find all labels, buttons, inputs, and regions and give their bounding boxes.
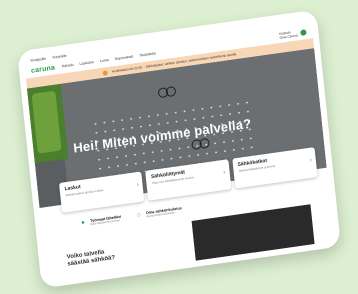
article-title[interactable]: Voiko talvella säästää sähköä?	[67, 246, 128, 268]
nav-item-billing[interactable]: Laskutus	[79, 60, 94, 66]
nav-item-service[interactable]: Palvelu	[62, 63, 74, 69]
user-icon	[300, 29, 307, 36]
link-consumption[interactable]: ⌂ Oma sähkönkulutus Seuraa omaa kulutust…	[137, 206, 183, 224]
topbar-link-business[interactable]: Yrityksille	[52, 53, 67, 59]
location-pin-icon: ●	[80, 219, 86, 227]
website-screen: Yksityisille Yrityksille caruna Palvelu …	[23, 16, 335, 282]
user-login[interactable]: Kirjaudu Oma Caruna	[279, 28, 307, 40]
chevron-right-icon: ›	[136, 181, 140, 189]
nav-item-contracts[interactable]: Sopimukset	[114, 54, 133, 61]
home-icon: ⌂	[136, 211, 142, 219]
chevron-right-icon: ›	[309, 157, 313, 164]
nav-item-news[interactable]: Tiedotteita	[139, 51, 156, 57]
tablet-device: Yksityisille Yrityksille caruna Palvelu …	[17, 9, 341, 289]
nav-item-luma[interactable]: Luma	[100, 58, 109, 63]
warning-icon	[102, 69, 109, 76]
chevron-right-icon: ›	[223, 169, 226, 177]
caruna-logo[interactable]: caruna	[31, 64, 56, 74]
link-worksites[interactable]: ● Työmaat lähelläsi Katso lähialueesi ty…	[81, 215, 122, 233]
topbar-link-private[interactable]: Yksityisille	[30, 56, 46, 62]
